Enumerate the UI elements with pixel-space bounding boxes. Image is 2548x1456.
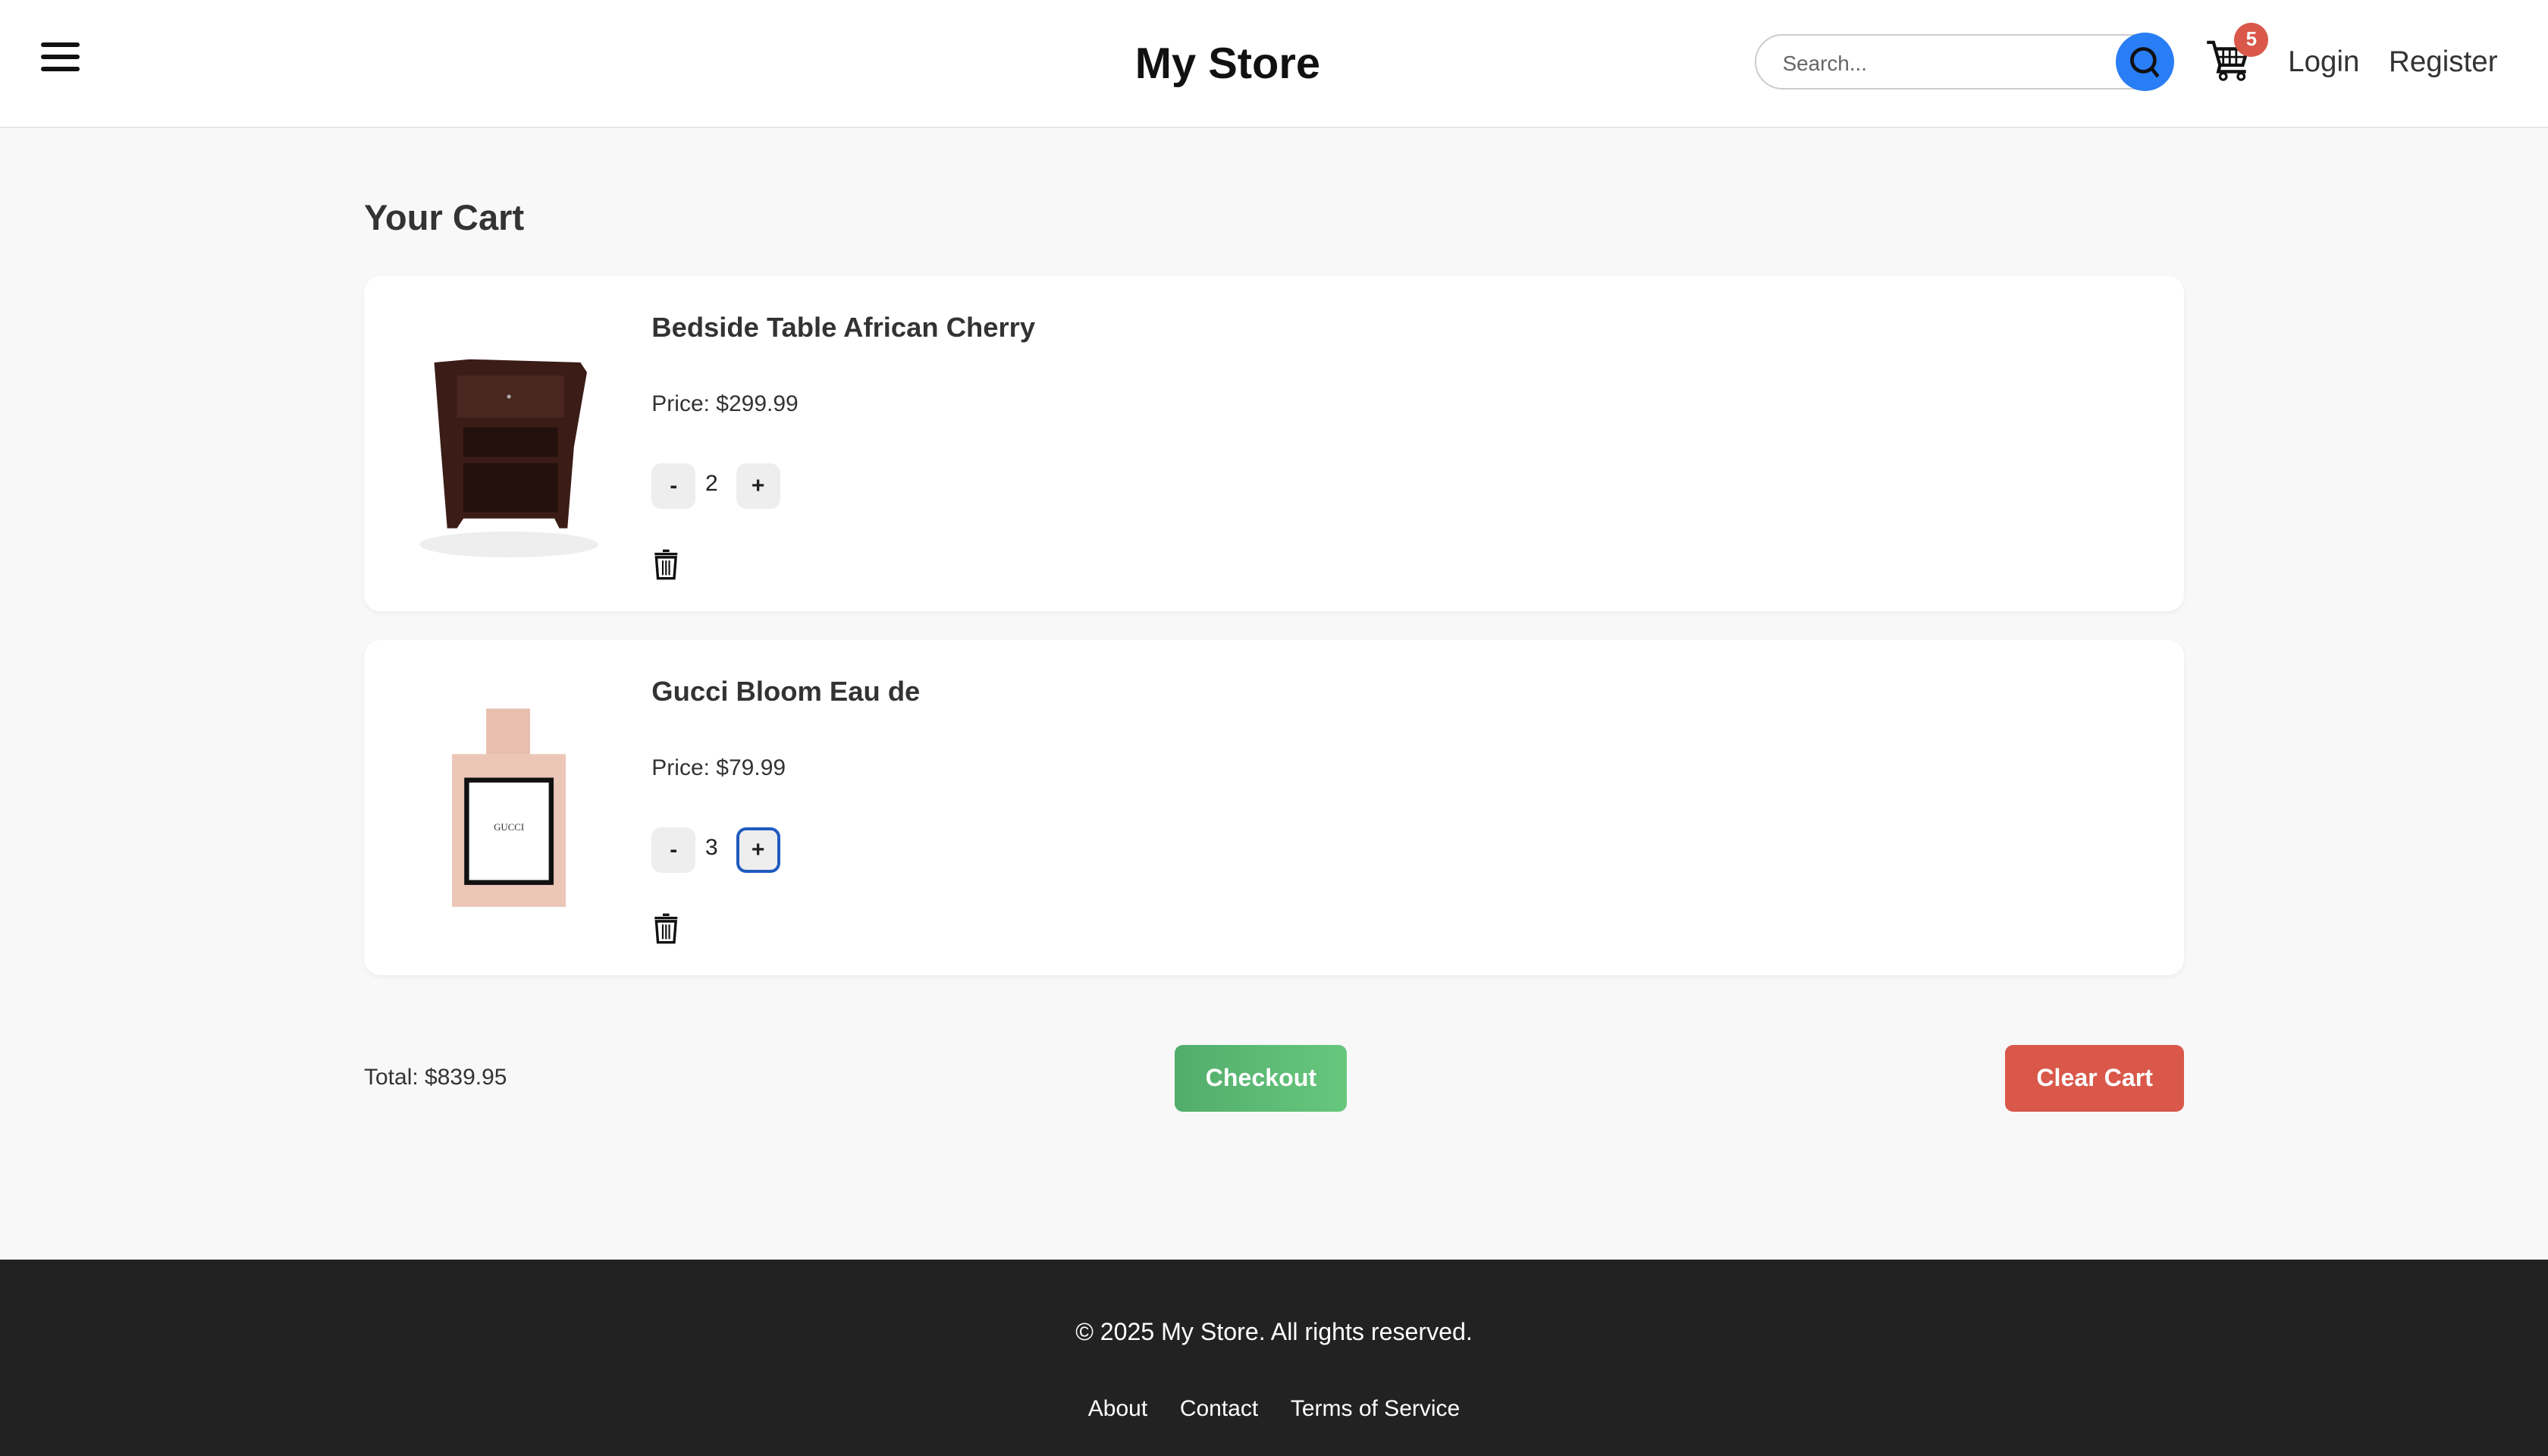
svg-text:GUCCI: GUCCI: [494, 822, 524, 833]
quantity-value: 2: [705, 471, 718, 497]
checkout-button[interactable]: Checkout: [1175, 1044, 1348, 1112]
cart-item: Bedside Table African Cherry Price: $299…: [364, 276, 2184, 611]
header: My Store 5 Login Register: [0, 0, 2548, 129]
increase-quantity-button[interactable]: +: [736, 463, 780, 509]
product-image-gucci-bloom: GUCCI: [451, 708, 566, 907]
increase-quantity-button[interactable]: +: [736, 827, 780, 873]
footer: © 2025 My Store. All rights reserved. Ab…: [0, 1259, 2548, 1456]
footer-link-contact[interactable]: Contact: [1180, 1396, 1258, 1421]
product-image-bedside-table: [419, 359, 598, 557]
quantity-value: 3: [705, 835, 718, 861]
cart-item: GUCCI Gucci Bloom Eau de Price: $79.99 -…: [364, 640, 2184, 975]
register-link[interactable]: Register: [2389, 46, 2498, 79]
search-input[interactable]: [1779, 50, 2111, 78]
product-name: Bedside Table African Cherry: [651, 312, 1036, 344]
search-icon: [2130, 46, 2160, 78]
footer-link-about[interactable]: About: [1088, 1396, 1147, 1421]
trash-icon[interactable]: [651, 548, 681, 580]
trash-icon[interactable]: [651, 912, 681, 944]
footer-links: About Contact Terms of Service: [0, 1396, 2548, 1422]
search-box: [1755, 34, 2171, 89]
decrease-quantity-button[interactable]: -: [651, 827, 696, 873]
clear-cart-button[interactable]: Clear Cart: [2005, 1044, 2184, 1112]
login-link[interactable]: Login: [2288, 46, 2359, 79]
page-title: Your Cart: [364, 197, 525, 238]
product-price: Price: $299.99: [651, 391, 799, 417]
footer-link-terms[interactable]: Terms of Service: [1291, 1396, 1460, 1421]
product-price: Price: $79.99: [651, 755, 786, 781]
search-button[interactable]: [2116, 32, 2175, 91]
decrease-quantity-button[interactable]: -: [651, 463, 696, 509]
cart-total: Total: $839.95: [364, 1064, 507, 1090]
copyright-text: © 2025 My Store. All rights reserved.: [1075, 1317, 1473, 1345]
product-name: Gucci Bloom Eau de: [651, 676, 921, 708]
